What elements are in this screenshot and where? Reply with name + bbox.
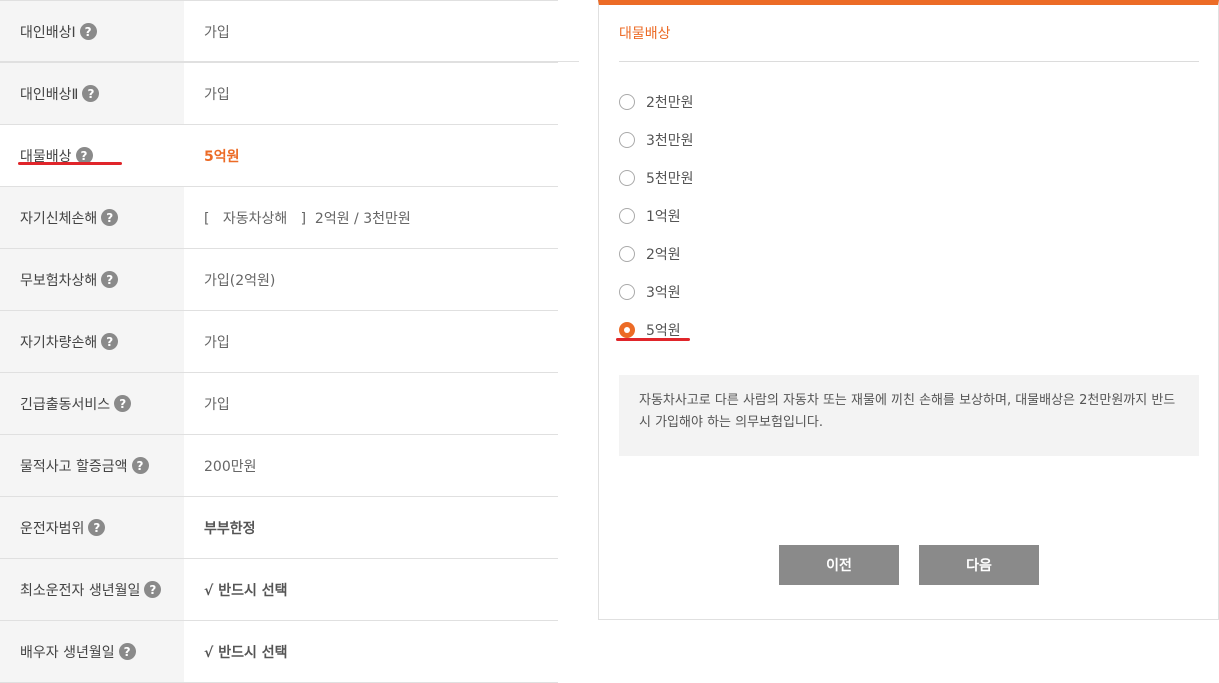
help-icon[interactable]: ? — [144, 581, 162, 598]
row-value: 가입 — [204, 396, 230, 413]
row-label: 배우자 생년월일? — [0, 621, 184, 682]
help-icon[interactable]: ? — [88, 519, 106, 536]
radio-button[interactable] — [619, 284, 635, 300]
table-row[interactable]: 배우자 생년월일? √ 반드시 선택 — [0, 621, 558, 683]
row-label: 최소운전자 생년월일? — [0, 559, 184, 620]
table-row[interactable]: 최소운전자 생년월일? √ 반드시 선택 — [0, 559, 558, 621]
radio-option[interactable]: 2천만원 — [619, 83, 694, 121]
row-label-text: 최소운전자 생년월일 — [20, 582, 141, 599]
row-label: 대인배상Ⅰ? — [0, 1, 184, 62]
table-row[interactable]: 긴급출동서비스? 가입 — [0, 373, 558, 435]
radio-option[interactable]: 3천만원 — [619, 121, 694, 159]
row-label: 대인배상Ⅱ? — [0, 63, 184, 124]
highlight-underline — [616, 338, 690, 341]
description-box: 자동차사고로 다른 사람의 자동차 또는 재물에 끼친 손해를 보상하며, 대물… — [619, 375, 1199, 456]
row-value: [ 자동차상해 ] 2억원 / 3천만원 — [204, 210, 411, 227]
divider — [0, 61, 579, 62]
table-row-selected[interactable]: 대물배상? 5억원 — [0, 125, 558, 187]
table-row[interactable]: 대인배상Ⅰ? 가입 — [0, 0, 558, 63]
radio-button[interactable] — [619, 94, 635, 110]
radio-option[interactable]: 2억원 — [619, 235, 694, 273]
row-value: 부부한정 — [204, 520, 256, 537]
table-row[interactable]: 무보험차상해? 가입(2억원) — [0, 249, 558, 311]
row-value: 가입 — [204, 24, 230, 41]
row-value: 5억원 — [204, 148, 240, 165]
table-row[interactable]: 대인배상Ⅱ? 가입 — [0, 63, 558, 125]
radio-option[interactable]: 3억원 — [619, 273, 694, 311]
radio-button[interactable] — [619, 132, 635, 148]
radio-label[interactable]: 5억원 — [646, 320, 681, 340]
row-label: 자기신체손해? — [0, 187, 184, 248]
help-icon[interactable]: ? — [101, 209, 119, 226]
help-icon[interactable]: ? — [82, 85, 100, 102]
help-icon[interactable]: ? — [101, 333, 119, 350]
radio-option[interactable]: 5천만원 — [619, 159, 694, 197]
table-row[interactable]: 운전자범위? 부부한정 — [0, 497, 558, 559]
radio-group: 2천만원 3천만원 5천만원 1억원 2억원 3억원 5억원 — [619, 83, 694, 349]
row-label: 무보험차상해? — [0, 249, 184, 310]
row-label-text: 배우자 생년월일 — [20, 644, 115, 661]
radio-label[interactable]: 1억원 — [646, 206, 681, 226]
radio-label[interactable]: 2억원 — [646, 244, 681, 264]
row-label: 자기차량손해? — [0, 311, 184, 372]
panel-title: 대물배상 — [619, 26, 671, 42]
row-label: 물적사고 할증금액? — [0, 435, 184, 496]
row-value: 가입 — [204, 334, 230, 351]
row-label-text: 무보험차상해 — [20, 272, 98, 289]
radio-button-checked[interactable] — [619, 322, 635, 338]
help-icon[interactable]: ? — [131, 457, 149, 474]
row-label-text: 대인배상Ⅱ — [20, 86, 79, 103]
row-label: 대물배상? — [0, 125, 184, 186]
row-value: √ 반드시 선택 — [204, 644, 288, 661]
row-value: 가입(2억원) — [204, 272, 276, 289]
radio-button[interactable] — [619, 208, 635, 224]
row-value: 가입 — [204, 86, 230, 103]
row-label-text: 자기신체손해 — [20, 210, 98, 227]
coverage-table: 대인배상Ⅰ? 가입 대인배상Ⅱ? 가입 대물배상? 5억원 자기신체손해? [ … — [0, 0, 558, 683]
table-row[interactable]: 자기신체손해? [ 자동차상해 ] 2억원 / 3천만원 — [0, 187, 558, 249]
help-icon[interactable]: ? — [114, 395, 132, 412]
row-value: √ 반드시 선택 — [204, 582, 288, 599]
radio-option[interactable]: 1억원 — [619, 197, 694, 235]
next-button[interactable]: 다음 — [919, 545, 1039, 585]
help-icon[interactable]: ? — [79, 23, 97, 40]
radio-label[interactable]: 3천만원 — [646, 130, 694, 150]
radio-button[interactable] — [619, 246, 635, 262]
radio-button[interactable] — [619, 170, 635, 186]
coverage-option-panel: 대물배상 2천만원 3천만원 5천만원 1억원 2억원 3억원 5억원 자동차사… — [598, 0, 1219, 620]
radio-label[interactable]: 3억원 — [646, 282, 681, 302]
help-icon[interactable]: ? — [101, 271, 119, 288]
row-label: 긴급출동서비스? — [0, 373, 184, 434]
table-row[interactable]: 자기차량손해? 가입 — [0, 311, 558, 373]
help-icon[interactable]: ? — [118, 643, 136, 660]
highlight-underline — [18, 162, 122, 165]
prev-button[interactable]: 이전 — [779, 545, 899, 585]
row-label-text: 대인배상Ⅰ — [20, 24, 76, 41]
radio-label[interactable]: 2천만원 — [646, 92, 694, 112]
radio-label[interactable]: 5천만원 — [646, 168, 694, 188]
table-row[interactable]: 물적사고 할증금액? 200만원 — [0, 435, 558, 497]
row-value: 200만원 — [204, 458, 257, 475]
divider — [619, 61, 1199, 62]
row-label: 운전자범위? — [0, 497, 184, 558]
radio-option-selected[interactable]: 5억원 — [619, 311, 694, 349]
row-label-text: 운전자범위 — [20, 520, 85, 537]
row-label-text: 자기차량손해 — [20, 334, 98, 351]
row-label-text: 긴급출동서비스 — [20, 396, 111, 413]
row-label-text: 물적사고 할증금액 — [20, 458, 128, 475]
